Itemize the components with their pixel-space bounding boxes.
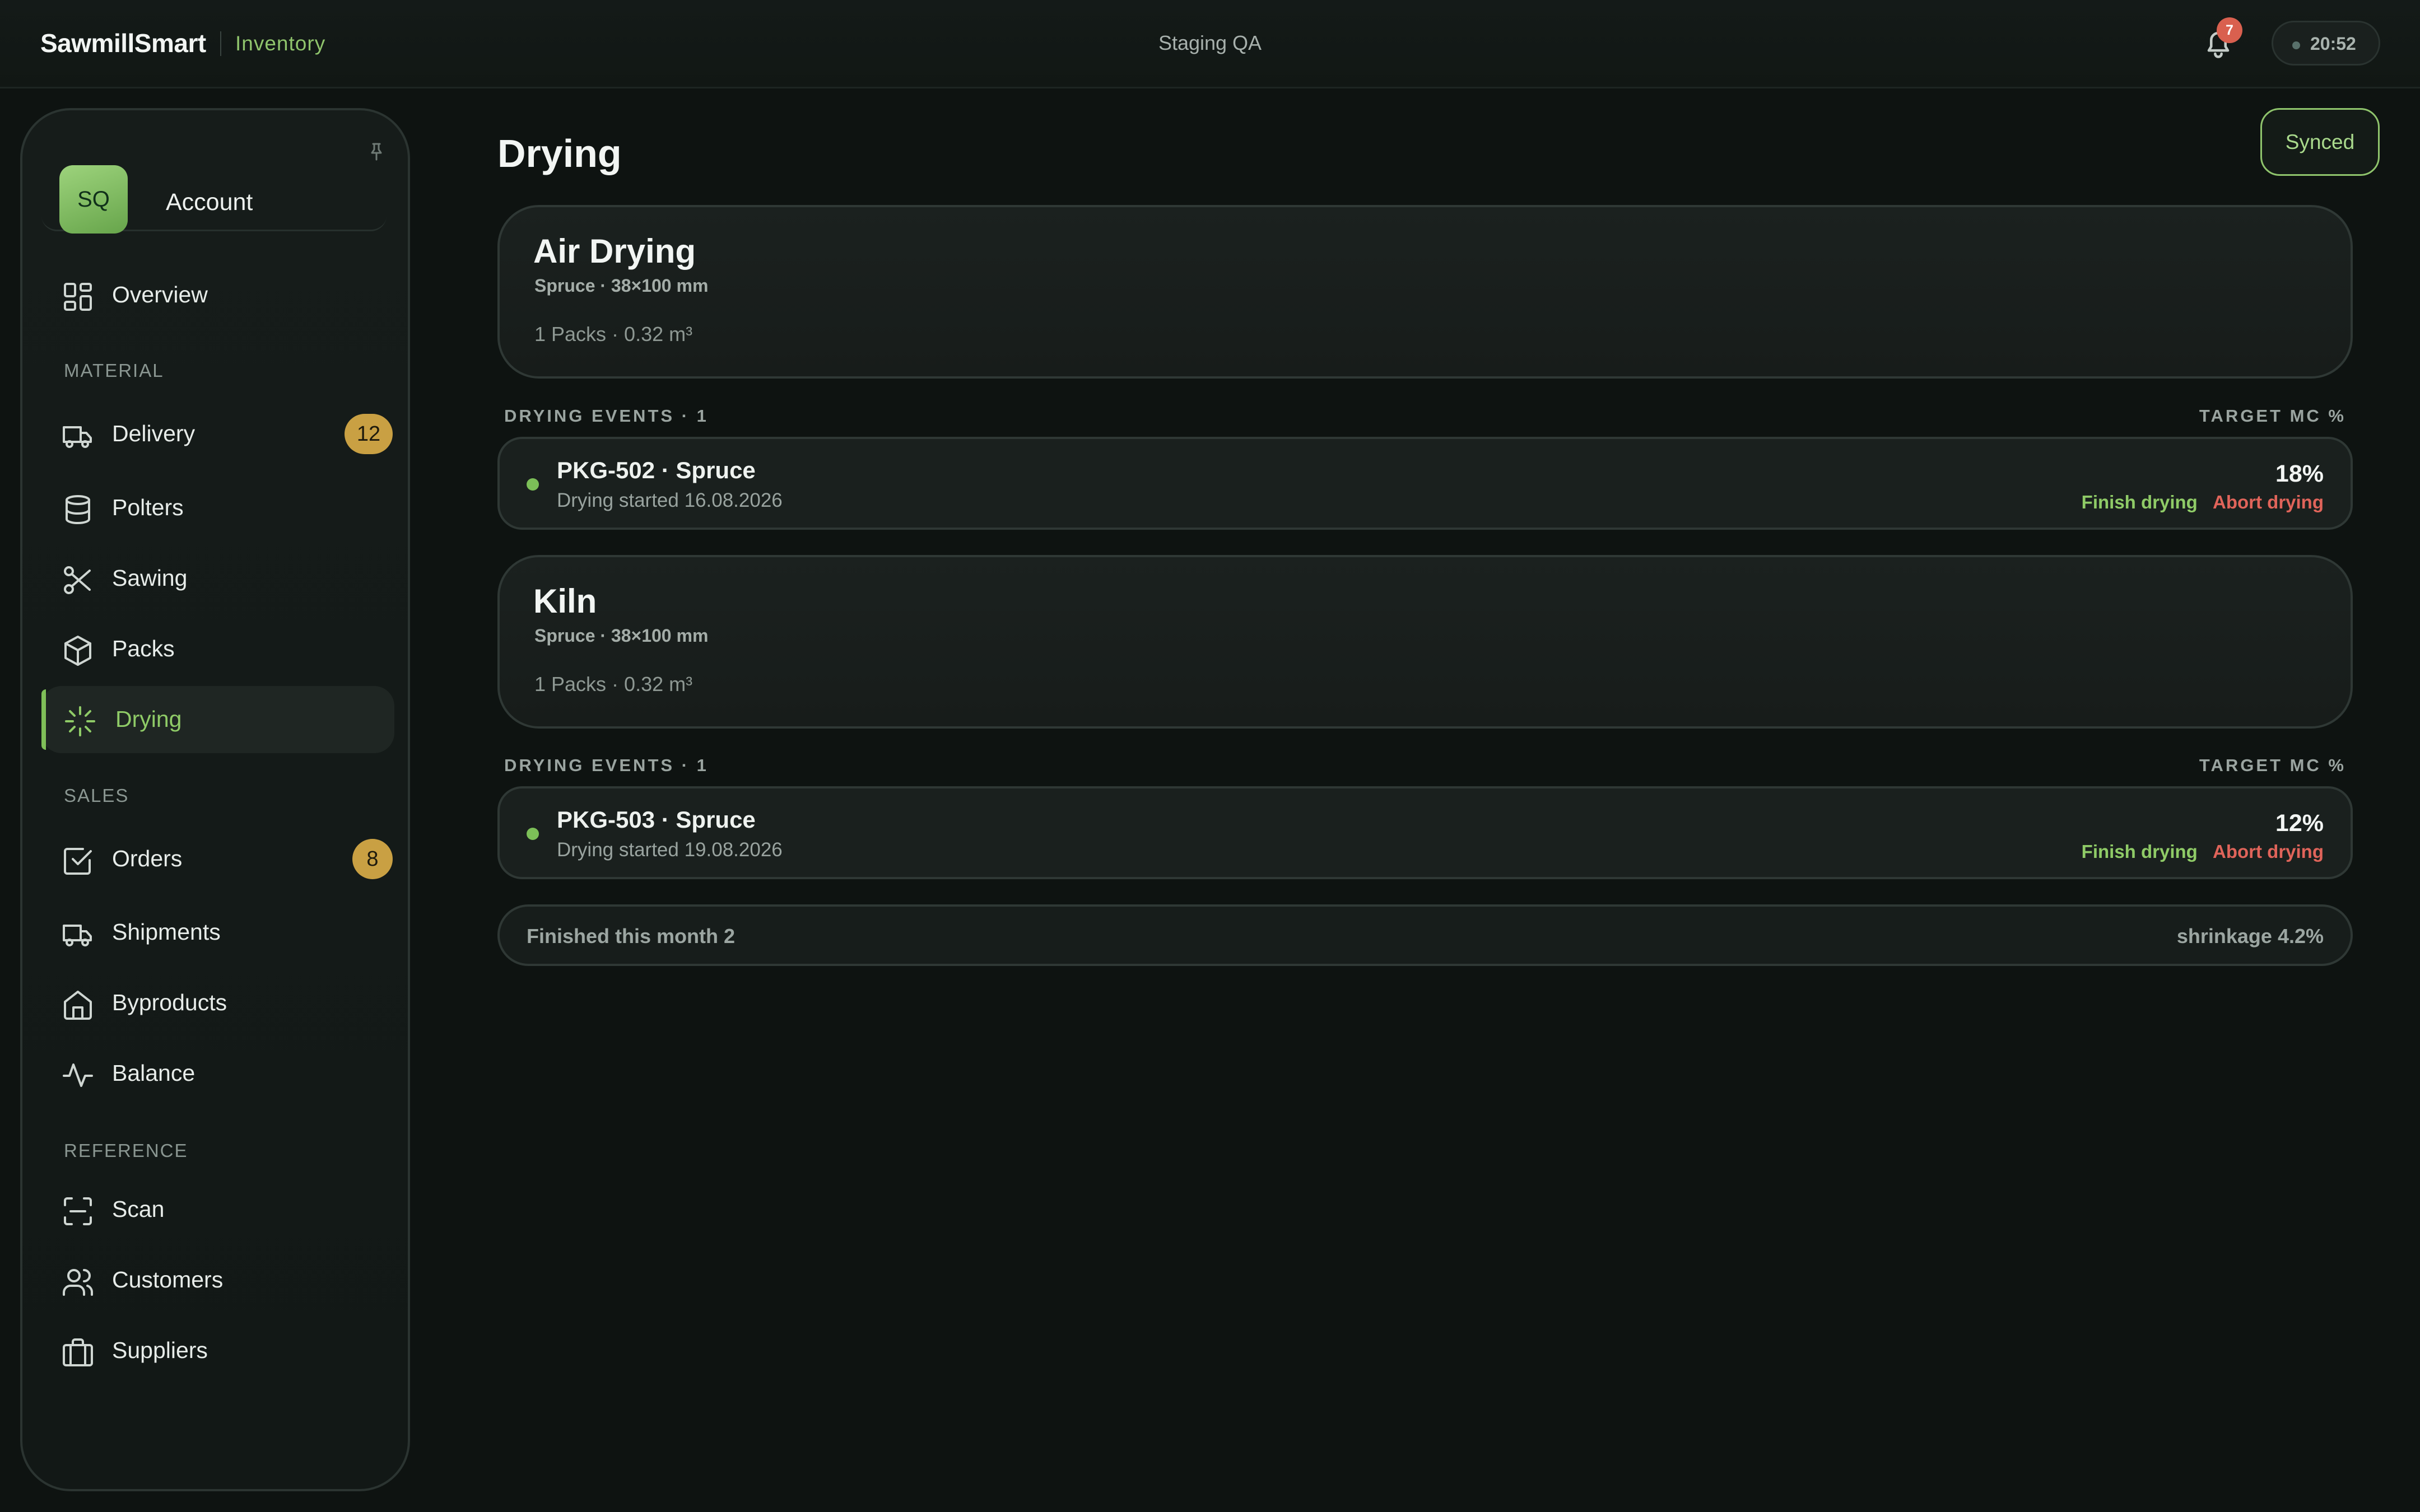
chamber-spec: Spruce · 38×100 mm [534,276,709,296]
chamber-meta: 1 Packs · 0.32 m³ [534,323,693,346]
event-actions: Finish drying Abort drying [2082,492,2324,513]
sidebar: SQ Account Overview MATERIAL Delivery 12… [20,108,410,1491]
sidebar-item-suppliers[interactable]: Suppliers [41,1317,394,1384]
sidebar-item-sawing[interactable]: Sawing [41,545,394,612]
sidebar-item-drying[interactable]: Drying [41,686,394,753]
sidebar-item-label: Shipments [112,919,221,945]
event-subtitle: Drying started 16.08.2026 [557,489,783,511]
shrinkage-value: shrinkage 4.2% [2176,925,2324,948]
account-label: Account [166,189,253,216]
top-bar: SawmillSmart Inventory Staging QA 7 20:5… [0,0,2420,88]
status-dot [2292,41,2300,49]
sidebar-item-label: Suppliers [112,1337,208,1363]
chamber-name: Air Drying [533,232,696,270]
sidebar-item-label: Customers [112,1267,224,1292]
truck-icon [63,426,92,448]
sidebar-item-byproducts[interactable]: Byproducts [41,969,394,1037]
account-section[interactable]: SQ Account [41,142,387,234]
environment-label: Staging QA [1158,31,1262,54]
status-dot [527,478,539,491]
chamber-card-air-drying[interactable]: Air Drying Spruce · 38×100 mm 1 Packs · … [497,205,2353,379]
events-count-label: DRYING EVENTS · 1 [504,406,709,426]
database-icon [66,495,90,524]
target-mc-label: TARGET MC % [2199,755,2346,775]
avatar[interactable]: SQ [59,165,128,234]
sidebar-item-polters[interactable]: Polters [41,474,394,542]
chamber-spec: Spruce · 38×100 mm [534,626,709,646]
scissors-icon [64,566,91,594]
events-header: DRYING EVENTS · 1 TARGET MC % [504,755,2346,776]
activity-icon [63,1063,93,1087]
section-label-material: MATERIAL [64,360,164,381]
clock-time: 20:52 [2310,34,2356,54]
home-icon [64,991,92,1020]
sidebar-item-customers[interactable]: Customers [41,1247,394,1314]
clock-pill: 20:52 [2272,21,2380,66]
events-header: DRYING EVENTS · 1 TARGET MC % [504,406,2346,426]
loader-icon [65,706,95,736]
sidebar-item-delivery[interactable]: Delivery 12 [41,400,394,468]
finish-drying-button[interactable]: Finish drying [2082,841,2198,862]
sidebar-item-packs[interactable]: Packs [41,615,394,683]
finish-drying-button[interactable]: Finish drying [2082,492,2198,512]
truck-icon [63,925,92,946]
event-title: PKG-503 · Spruce [557,806,756,833]
section-label-sales: SALES [64,785,129,806]
sidebar-item-label: Sawing [112,565,188,591]
briefcase-icon [63,1338,93,1366]
users-icon [63,1269,93,1296]
chamber-card-kiln[interactable]: Kiln Spruce · 38×100 mm 1 Packs · 0.32 m… [497,555,2353,729]
sidebar-item-orders[interactable]: Orders 8 [41,825,394,893]
drying-event-row[interactable]: PKG-503 · Spruce Drying started 19.08.20… [497,786,2353,879]
sidebar-item-label: Delivery [112,421,196,446]
sidebar-item-label: Packs [112,636,175,661]
grid-icon [64,283,92,311]
check-square-icon [64,848,92,875]
events-count-label: DRYING EVENTS · 1 [504,755,709,775]
monthly-summary-bar: Finished this month 2 shrinkage 4.2% [497,904,2353,966]
sidebar-item-scan[interactable]: Scan [41,1176,394,1243]
sidebar-item-label: Scan [112,1196,165,1222]
sidebar-item-balance[interactable]: Balance [41,1040,394,1107]
sidebar-item-label: Drying [115,706,182,732]
target-mc-value: 12% [2275,810,2324,837]
event-actions: Finish drying Abort drying [2082,841,2324,862]
chamber-meta: 1 Packs · 0.32 m³ [534,673,693,696]
status-dot [527,828,539,840]
scan-icon [64,1197,92,1225]
sidebar-item-label: Orders [112,846,183,871]
finished-this-month: Finished this month 2 [527,925,736,948]
event-title: PKG-502 · Spruce [557,457,756,483]
sidebar-item-overview[interactable]: Overview [41,262,394,329]
chamber-name: Kiln [533,582,597,620]
section-label-reference: REFERENCE [64,1140,188,1161]
target-mc-label: TARGET MC % [2199,406,2346,426]
sidebar-item-label: Polters [112,494,184,520]
sync-status-button[interactable]: Synced [2260,108,2380,176]
sidebar-item-shipments[interactable]: Shipments [41,899,394,966]
sidebar-item-label: Balance [112,1060,196,1086]
sidebar-item-label: Byproducts [112,990,227,1015]
drying-event-row[interactable]: PKG-502 · Spruce Drying started 16.08.20… [497,437,2353,530]
abort-drying-button[interactable]: Abort drying [2213,492,2324,512]
delivery-count-badge: 12 [345,414,393,454]
sidebar-item-label: Overview [112,282,208,307]
abort-drying-button[interactable]: Abort drying [2213,841,2324,862]
notification-badge: 7 [2217,17,2242,43]
event-subtitle: Drying started 19.08.2026 [557,839,783,861]
page-title: Drying [497,132,622,175]
box-icon [64,636,91,666]
orders-count-badge: 8 [352,839,393,879]
target-mc-value: 18% [2275,460,2324,487]
